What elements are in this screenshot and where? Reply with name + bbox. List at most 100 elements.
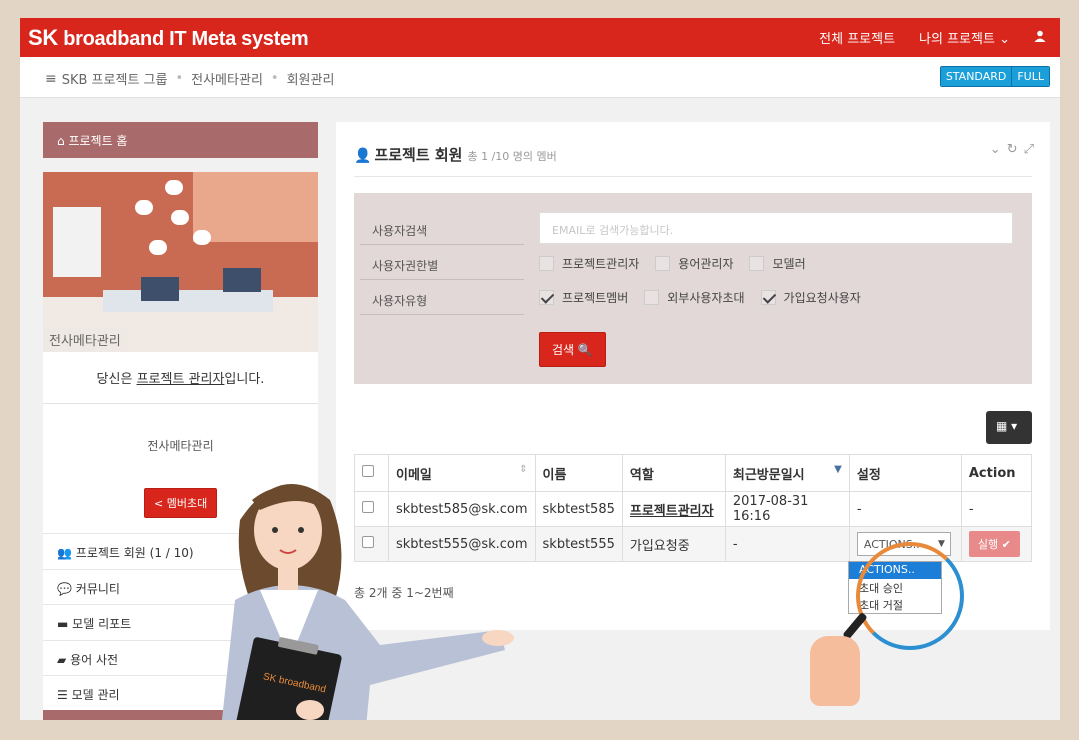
invite-member-button[interactable]: < 멤버초대 bbox=[144, 488, 218, 518]
sidebar-gap bbox=[43, 158, 318, 172]
nav-all-projects[interactable]: 전체 프로젝트 bbox=[819, 28, 895, 47]
checkbox[interactable] bbox=[539, 256, 554, 271]
row-checkbox[interactable] bbox=[362, 536, 374, 548]
logo-text: broadband IT Meta system bbox=[57, 28, 309, 50]
member-count: 총 1 /10 명의 멤버 bbox=[467, 150, 557, 163]
cell-role: 프로젝트관리자 bbox=[621, 491, 726, 527]
collapse-icon[interactable]: ⌄ bbox=[990, 142, 1001, 157]
role-prefix: 당신은 bbox=[96, 372, 137, 387]
hamburger-menu-icon[interactable]: ≡ bbox=[45, 71, 57, 87]
caret-down-icon: ▾ bbox=[1011, 419, 1018, 433]
view-standard-button[interactable]: STANDARD bbox=[940, 67, 1012, 86]
project-name: 전사메타관리 bbox=[147, 439, 214, 453]
search-form: 사용자검색 사용자권한별 사용자유형 EMAIL로 검색가능합니다. 프로젝트관… bbox=[354, 193, 1032, 384]
col-name[interactable]: 이름 bbox=[534, 454, 623, 492]
speech-bubble bbox=[149, 240, 167, 255]
filter-modeler[interactable]: 모델러 bbox=[749, 255, 806, 272]
col-last-visit[interactable]: 최근방문일시 ▼ bbox=[724, 454, 850, 492]
search-button[interactable]: 검색 🔍 bbox=[539, 332, 606, 367]
app-window: SK broadband IT Meta system 전체 프로젝트 나의 프… bbox=[20, 18, 1060, 720]
breadcrumb-bar: ≡ SKB 프로젝트 그룹 • 전사메타관리 • 회원관리 STANDARD F… bbox=[20, 57, 1060, 98]
sidebar-item-community[interactable]: 💬 커뮤니티 bbox=[43, 568, 318, 605]
cell-role: 가입요청중 bbox=[621, 526, 726, 562]
row-select-cell bbox=[354, 526, 389, 562]
sort-desc-icon: ▼ bbox=[834, 463, 842, 475]
sort-icon: ⇕ bbox=[519, 463, 528, 475]
role-link[interactable]: 프로젝트 관리자 bbox=[137, 372, 225, 387]
cell-action: 실행 ✔ bbox=[960, 526, 1033, 562]
col-action: Action bbox=[960, 454, 1033, 492]
col-role[interactable]: 역할 bbox=[621, 454, 726, 492]
panel-header: 👤 프로젝트 회원 총 1 /10 명의 멤버 bbox=[354, 144, 557, 165]
refresh-icon[interactable]: ↻ bbox=[1007, 142, 1018, 157]
cell-name: skbtest555 bbox=[534, 526, 623, 562]
home-icon: ⌂ bbox=[57, 134, 65, 148]
role-suffix: 입니다. bbox=[224, 372, 265, 387]
share-icon: < bbox=[154, 497, 164, 510]
search-input[interactable]: EMAIL로 검색가능합니다. bbox=[539, 212, 1013, 244]
sidebar-menu: 👥 프로젝트 회원 (1 / 10) 💬 커뮤니티 ▬ 모델 리포트 ▰ 용어 … bbox=[43, 533, 318, 711]
sidebar: ⌂ 프로젝트 홈 전사메타관리 당신은 프로젝트 관리자입니다. 전사메타관리 … bbox=[43, 122, 318, 720]
cell-email: skbtest555@sk.com bbox=[388, 526, 536, 562]
breadcrumb-group[interactable]: SKB 프로젝트 그룹 bbox=[62, 69, 168, 88]
view-full-button[interactable]: FULL bbox=[1011, 67, 1049, 86]
expand-icon[interactable]: ⤢ bbox=[1024, 142, 1034, 157]
row-checkbox[interactable] bbox=[362, 501, 374, 513]
magnifier-lens bbox=[856, 542, 964, 650]
checkbox-checked[interactable] bbox=[539, 290, 554, 305]
logo-sk: SK bbox=[28, 25, 58, 50]
breadcrumb-project[interactable]: 전사메타관리 bbox=[191, 69, 263, 88]
filter-join-request[interactable]: 가입요청사용자 bbox=[760, 289, 861, 306]
run-button-label: 실행 bbox=[977, 538, 999, 551]
divider bbox=[354, 176, 1032, 177]
row-select-cell bbox=[354, 491, 389, 527]
user-outline-icon: 👤 bbox=[354, 148, 372, 164]
breadcrumb: ≡ SKB 프로젝트 그룹 • 전사메타관리 • 회원관리 bbox=[45, 69, 334, 89]
database-icon: ☰ bbox=[57, 688, 68, 702]
user-icon[interactable] bbox=[1034, 30, 1056, 46]
sidebar-item-model-management[interactable]: ☰ 모델 관리 bbox=[43, 675, 318, 711]
filter-label: 용어관리자 bbox=[678, 257, 734, 271]
filter-label: 모델러 bbox=[772, 257, 806, 271]
select-all-checkbox[interactable] bbox=[362, 465, 374, 477]
breadcrumb-separator: • bbox=[270, 71, 279, 86]
col-email-label: 이메일 bbox=[396, 467, 432, 483]
project-illustration: 전사메타관리 bbox=[43, 172, 318, 352]
speech-bubble bbox=[171, 210, 189, 225]
filter-glossary-admin[interactable]: 용어관리자 bbox=[655, 255, 733, 272]
sidebar-item-label: 모델 관리 bbox=[71, 688, 120, 702]
sidebar-home[interactable]: ⌂ 프로젝트 홈 bbox=[43, 122, 318, 158]
window-shape bbox=[193, 172, 318, 242]
checkbox-checked[interactable] bbox=[760, 290, 776, 305]
monitor-shape bbox=[223, 268, 261, 292]
grid-icon: ▦ bbox=[996, 419, 1008, 433]
cell-email: skbtest585@sk.com bbox=[388, 491, 536, 527]
col-email[interactable]: 이메일 ⇕ bbox=[388, 454, 536, 492]
run-button[interactable]: 실행 ✔ bbox=[968, 531, 1020, 557]
hand-illustration bbox=[810, 636, 860, 706]
filter-external-invite[interactable]: 외부사용자초대 bbox=[644, 289, 745, 306]
sidebar-item-model-report[interactable]: ▬ 모델 리포트 bbox=[43, 604, 318, 640]
label-permission: 사용자권한별 bbox=[360, 257, 524, 280]
label-user-search: 사용자검색 bbox=[360, 222, 524, 245]
column-toggle-button[interactable]: ▦ ▾ bbox=[986, 411, 1032, 444]
top-nav: 전체 프로젝트 나의 프로젝트 ⌄ bbox=[819, 18, 1060, 57]
filter-project-member[interactable]: 프로젝트멤버 bbox=[539, 289, 628, 306]
role-statement: 당신은 프로젝트 관리자입니다. bbox=[43, 352, 318, 404]
comments-icon: 💬 bbox=[57, 581, 72, 596]
checkbox[interactable] bbox=[644, 290, 660, 305]
filter-project-admin[interactable]: 프로젝트관리자 bbox=[539, 255, 639, 272]
checkbox[interactable] bbox=[655, 256, 671, 271]
checkbox[interactable] bbox=[749, 256, 765, 271]
sidebar-item-label: 프로젝트 회원 (1 / 10) bbox=[75, 546, 194, 560]
search-icon: 🔍 bbox=[577, 343, 593, 357]
breadcrumb-separator: • bbox=[175, 71, 184, 86]
invite-member-label: 멤버초대 bbox=[166, 497, 208, 510]
sidebar-item-members[interactable]: 👥 프로젝트 회원 (1 / 10) bbox=[43, 533, 318, 569]
cell-action: - bbox=[960, 491, 1033, 527]
nav-my-projects[interactable]: 나의 프로젝트 ⌄ bbox=[919, 28, 1010, 47]
speech-bubble bbox=[165, 180, 183, 195]
brand-logo[interactable]: SK broadband IT Meta system bbox=[28, 25, 309, 51]
role-link[interactable]: 프로젝트관리자 bbox=[630, 504, 714, 519]
sidebar-item-glossary[interactable]: ▰ 용어 사전 bbox=[43, 639, 318, 676]
